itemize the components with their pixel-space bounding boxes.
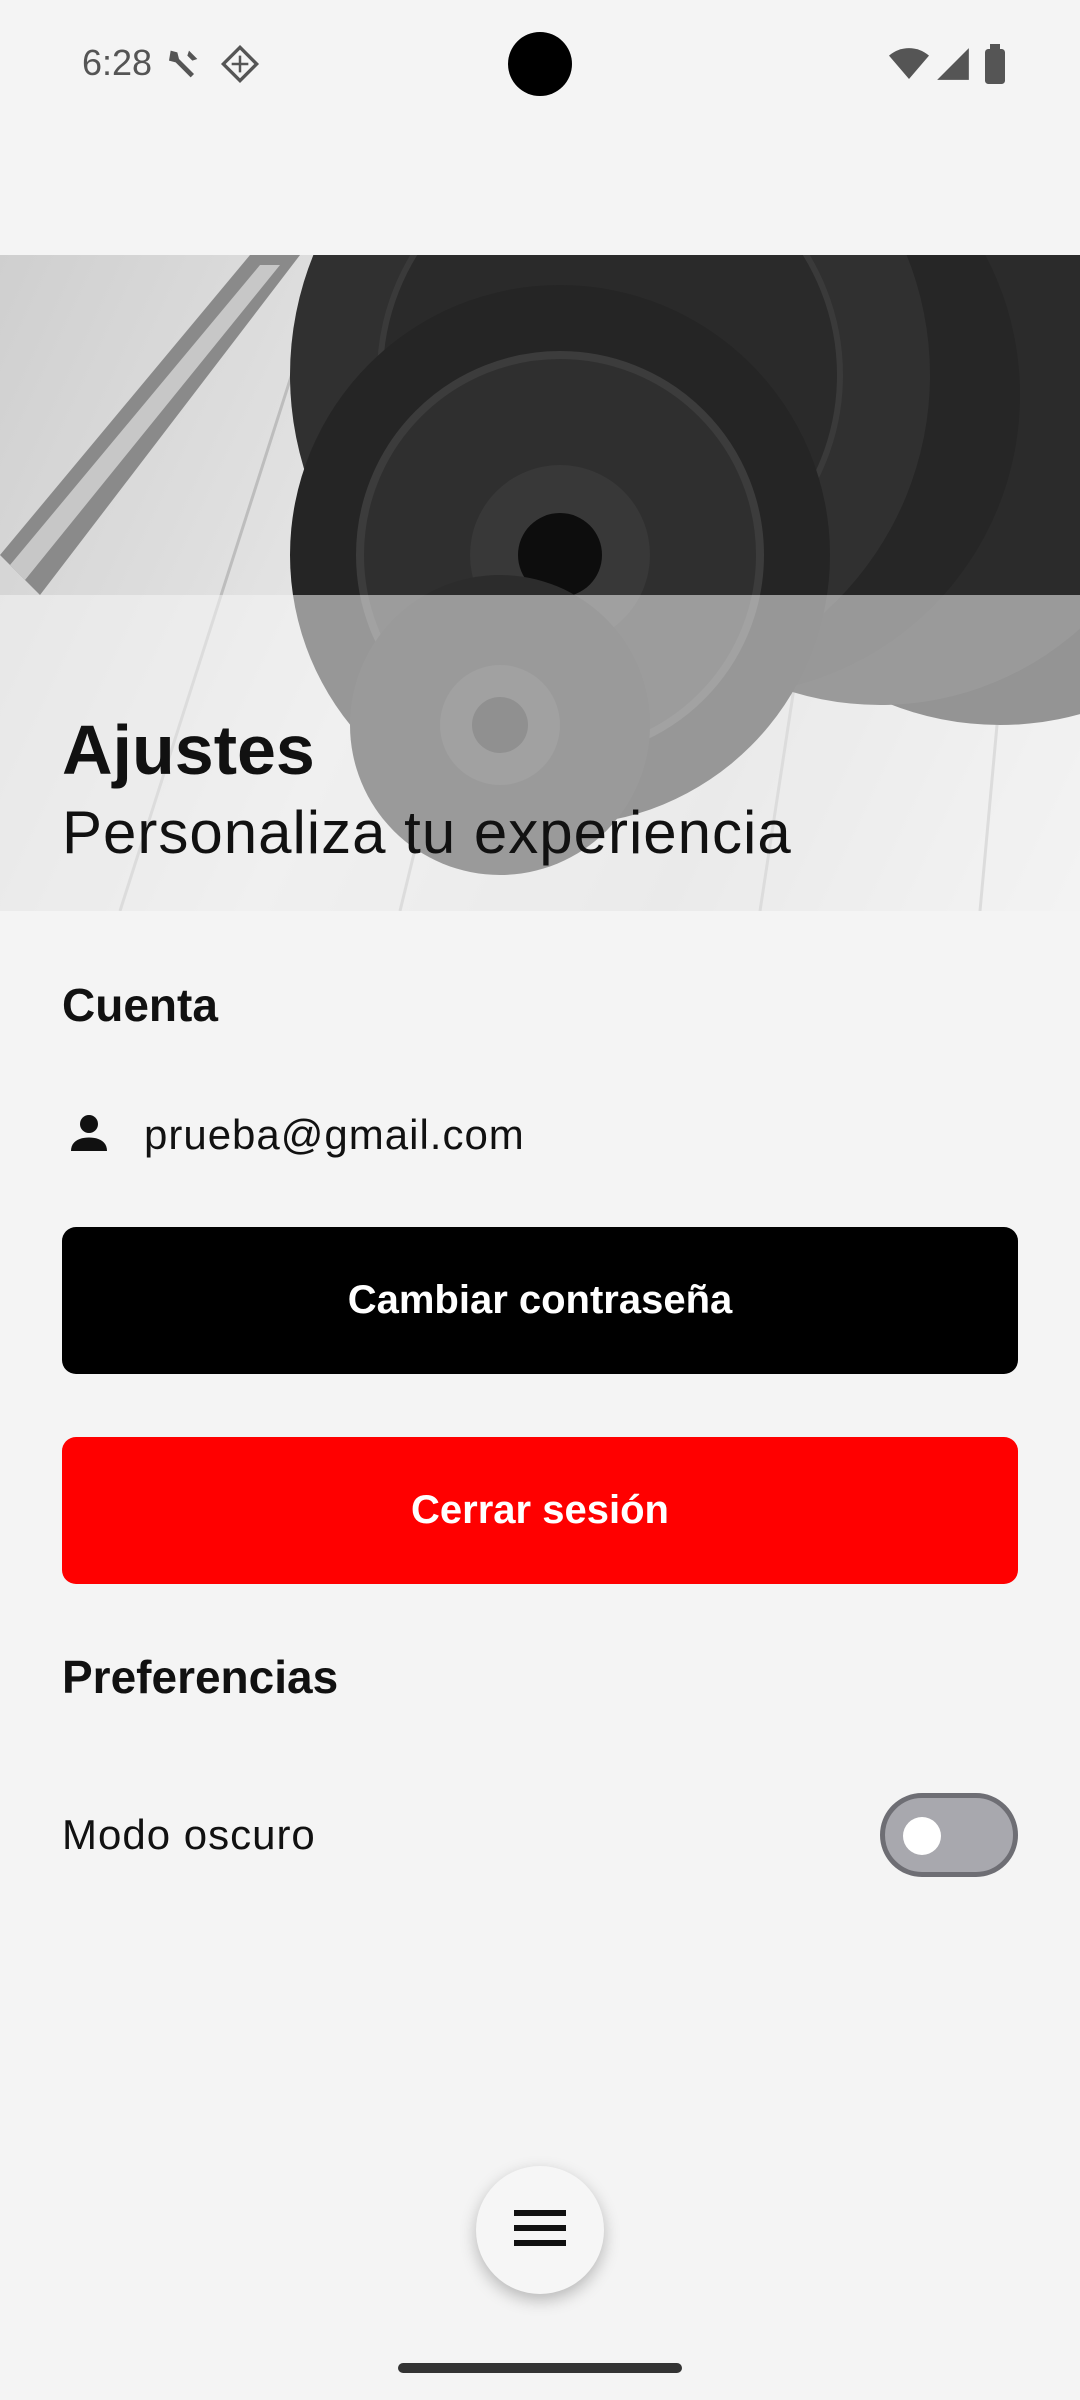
page-subtitle: Personaliza tu experiencia [62,799,792,866]
account-row: prueba@gmail.com [62,1105,525,1165]
dark-mode-label: Modo oscuro [62,1811,316,1858]
preferences-section-title: Preferencias [62,1651,339,1703]
wifi-icon [888,44,930,89]
settings-screen: 6:28 Ajustes Personaliza tu experiencia … [0,0,1080,2400]
account-email: prueba@gmail.com [144,1111,525,1158]
person-icon [62,1106,116,1165]
battery-icon [982,44,1008,89]
signal-icon [934,44,972,89]
status-time: 6:28 [82,42,153,83]
page-title: Ajustes [62,711,315,789]
home-indicator[interactable] [398,2363,682,2373]
change-password-label: Cambiar contraseña [347,1278,733,1322]
tools-icon [164,44,204,89]
change-password-button[interactable]: Cambiar contraseña [62,1227,1018,1374]
toggle-knob [903,1817,941,1855]
dark-mode-row: Modo oscuro [62,1793,1018,1877]
status-bar: 6:28 [0,0,1080,130]
dark-mode-toggle[interactable] [880,1793,1018,1877]
menu-fab-button[interactable] [476,2166,604,2294]
diamond-grid-icon [220,44,260,89]
menu-icon [514,2208,566,2253]
header-banner: Ajustes Personaliza tu experiencia [0,255,1080,911]
camera-cutout [508,32,572,96]
logout-button[interactable]: Cerrar sesión [62,1437,1018,1584]
account-section-title: Cuenta [62,979,218,1031]
logout-label: Cerrar sesión [411,1488,669,1532]
